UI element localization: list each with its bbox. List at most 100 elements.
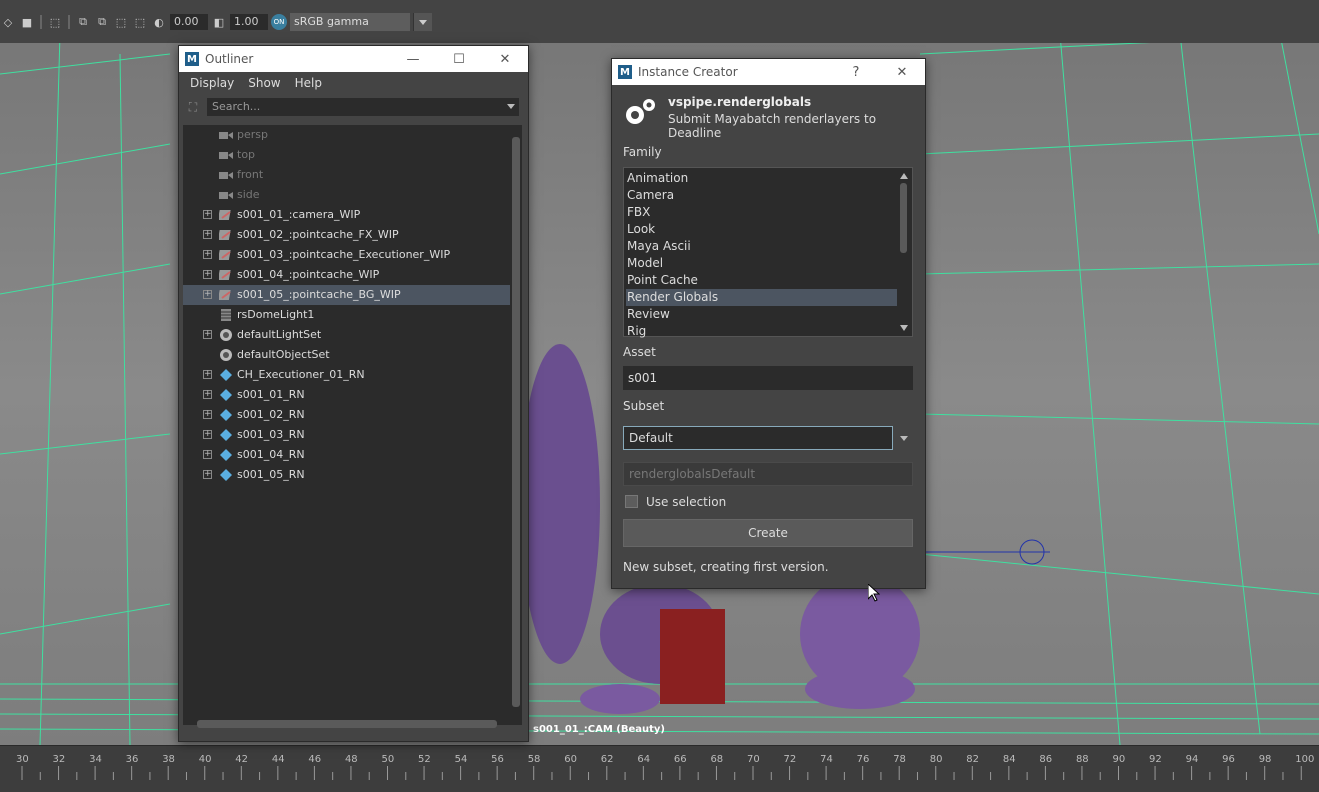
tree-row-label: rsDomeLight1 <box>237 308 315 321</box>
family-list[interactable]: Animation Camera FBX Look Maya Ascii Model Poi… <box>623 167 913 340</box>
family-item[interactable]: Look <box>626 221 897 238</box>
timeline-tick-label: 84 <box>1002 754 1016 765</box>
time-slider[interactable]: 30 32 34 36 38 40 42 44 46 48 50 52 54 56 58 60 62 64 66 68… <box>0 745 1319 792</box>
expand-icon[interactable]: + <box>203 370 212 379</box>
horizontal-scrollbar[interactable] <box>185 718 511 730</box>
use-selection-label: Use selection <box>646 495 727 509</box>
tree-row[interactable]: front <box>183 165 513 185</box>
chevron-down-icon[interactable] <box>507 104 515 109</box>
subset-dropdown-button[interactable] <box>897 431 911 445</box>
reference-icon <box>219 268 233 282</box>
tree-row[interactable]: + s001_03_:pointcache_Executioner_WIP <box>183 245 513 265</box>
lasso-icon[interactable]: ■ <box>19 14 35 30</box>
tree-row[interactable]: + s001_01_RN <box>183 385 513 405</box>
camera-label: s001_01_:CAM (Beauty) <box>533 724 665 735</box>
grid-icon[interactable]: ⬚ <box>132 14 148 30</box>
expand-icon[interactable]: + <box>203 450 212 459</box>
timeline-tick-label: 76 <box>856 754 870 765</box>
tree-row-label: s001_03_RN <box>237 428 305 441</box>
subset-input[interactable]: Default <box>623 426 893 450</box>
tree-row[interactable]: + s001_01_:camera_WIP <box>183 205 513 225</box>
timeline-tick-label: 94 <box>1185 754 1199 765</box>
search-input[interactable]: Search... <box>207 98 519 116</box>
family-item[interactable]: Maya Ascii <box>626 238 897 255</box>
plugin-name: vspipe.renderglobals <box>668 95 812 109</box>
family-item[interactable]: Camera <box>626 187 897 204</box>
reference-node-icon <box>219 428 233 442</box>
close-button[interactable]: ✕ <box>879 59 925 85</box>
family-item[interactable]: Animation <box>626 170 897 187</box>
expand-icon[interactable]: + <box>203 230 212 239</box>
expand-icon[interactable]: + <box>203 430 212 439</box>
expand-icon[interactable]: + <box>203 270 212 279</box>
tree-row[interactable]: + defaultLightSet <box>183 325 513 345</box>
tree-row[interactable]: side <box>183 185 513 205</box>
vertical-scrollbar[interactable] <box>510 125 522 725</box>
plugin-header: vspipe.renderglobals Submit Mayabatch re… <box>612 85 925 141</box>
expand-icon[interactable]: + <box>203 210 212 219</box>
family-item[interactable]: Point Cache <box>626 272 897 289</box>
tree-row[interactable]: + s001_03_RN <box>183 425 513 445</box>
paint-icon[interactable]: ⬚ <box>47 14 63 30</box>
tree-row[interactable]: + s001_02_RN <box>183 405 513 425</box>
expand-icon[interactable]: + <box>203 330 212 339</box>
scale-icon[interactable]: ⬚ <box>113 14 129 30</box>
select-icon[interactable]: ◇ <box>0 14 16 30</box>
minimize-button[interactable]: — <box>390 46 436 72</box>
expand-icon[interactable]: + <box>203 410 212 419</box>
tree-row[interactable]: + s001_05_RN <box>183 465 513 485</box>
family-item[interactable]: Model <box>626 255 897 272</box>
menu-show[interactable]: Show <box>241 76 287 90</box>
colorspace-dropdown-button[interactable] <box>413 13 432 31</box>
tree-row[interactable]: persp <box>183 125 513 145</box>
timeline-tick-label: 30 <box>16 754 29 765</box>
family-scrollbar[interactable] <box>897 169 911 335</box>
family-item[interactable]: Rig <box>626 323 897 340</box>
help-button[interactable]: ? <box>833 59 879 85</box>
tree-row[interactable]: + s001_04_:pointcache_WIP <box>183 265 513 285</box>
move-icon[interactable]: ⧉ <box>75 14 91 30</box>
use-selection-checkbox[interactable] <box>625 495 638 508</box>
scroll-thumb[interactable] <box>512 137 520 707</box>
tree-row[interactable]: + s001_04_RN <box>183 445 513 465</box>
tree-row-label: top <box>237 148 256 161</box>
scroll-thumb[interactable] <box>197 720 497 728</box>
gears-icon <box>626 99 655 124</box>
gamma-field[interactable]: 1.00 <box>230 14 268 30</box>
maximize-button[interactable]: ☐ <box>436 46 482 72</box>
expand-icon[interactable]: + <box>203 290 212 299</box>
tree-row[interactable]: top <box>183 145 513 165</box>
timeline-tick-label: 32 <box>52 754 66 765</box>
gamma-icon[interactable]: ◧ <box>211 14 227 30</box>
family-item[interactable]: Render Globals <box>626 289 897 306</box>
family-item[interactable]: FBX <box>626 204 897 221</box>
menu-display[interactable]: Display <box>183 76 241 90</box>
expand-icon[interactable]: + <box>203 390 212 399</box>
tree-row[interactable]: rsDomeLight1 <box>183 305 513 325</box>
family-item[interactable]: Review <box>626 306 897 323</box>
tree-row-label: persp <box>237 128 268 141</box>
close-button[interactable]: ✕ <box>482 46 528 72</box>
exposure-field[interactable]: 0.00 <box>170 14 208 30</box>
creator-titlebar[interactable]: M Instance Creator ? ✕ <box>612 59 925 85</box>
tree-row-label: s001_03_:pointcache_Executioner_WIP <box>237 248 451 261</box>
tree-row[interactable]: defaultObjectSet <box>183 345 513 365</box>
reference-icon <box>219 228 233 242</box>
tree-row[interactable]: + s001_05_:pointcache_BG_WIP <box>183 285 513 305</box>
colorspace-icon[interactable]: ON <box>271 14 287 30</box>
exposure-icon[interactable]: ◐ <box>151 14 167 30</box>
create-button[interactable]: Create <box>623 519 913 547</box>
timeline-tick-label: 68 <box>710 754 724 765</box>
outliner-titlebar[interactable]: M Outliner — ☐ ✕ <box>179 46 528 72</box>
expand-icon[interactable]: + <box>203 470 212 479</box>
expand-icon[interactable]: + <box>203 250 212 259</box>
timeline-tick-label: 54 <box>454 754 468 765</box>
tree-row[interactable]: + CH_Executioner_01_RN <box>183 365 513 385</box>
tree-row[interactable]: + s001_02_:pointcache_FX_WIP <box>183 225 513 245</box>
scroll-thumb[interactable] <box>900 183 907 253</box>
asset-input[interactable]: s001 <box>623 366 913 390</box>
rotate-icon[interactable]: ⧉ <box>94 14 110 30</box>
filter-icon[interactable]: ⛶ <box>185 99 201 115</box>
colorspace-select[interactable]: sRGB gamma <box>290 13 410 31</box>
menu-help[interactable]: Help <box>288 76 329 90</box>
